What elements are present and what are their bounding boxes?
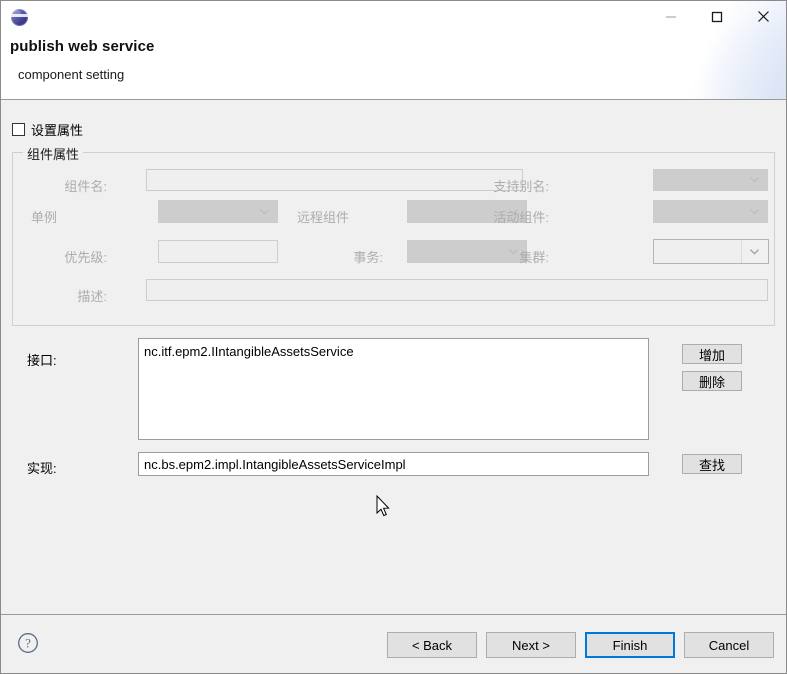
alias-support-combo[interactable]	[653, 169, 768, 191]
minimize-button[interactable]	[648, 1, 694, 32]
transaction-label: 事务:	[353, 250, 383, 265]
chevron-down-icon	[260, 208, 269, 215]
dialog-footer: ? < Back Next > Finish Cancel	[1, 615, 786, 673]
find-implementation-button[interactable]: 查找	[682, 454, 742, 474]
remote-component-label: 远程组件	[297, 210, 350, 225]
page-subtitle: component setting	[18, 67, 125, 82]
component-name-input[interactable]	[146, 169, 523, 191]
close-icon	[757, 11, 769, 22]
dialog-body: 设置属性 组件属性 组件名: 支持别名: 单例 远程组件 活动组件: 优先级: …	[1, 100, 786, 614]
delete-interface-button[interactable]: 删除	[682, 371, 742, 391]
maximize-button[interactable]	[694, 1, 740, 32]
component-properties-group: 组件属性 组件名: 支持别名: 单例 远程组件 活动组件: 优先级: 事务: 集…	[12, 144, 775, 326]
interface-list-box[interactable]: nc.itf.epm2.IIntangibleAssetsService	[138, 338, 649, 440]
chevron-down-icon	[750, 177, 759, 183]
cancel-button[interactable]: Cancel	[684, 632, 774, 658]
active-component-combo[interactable]	[653, 200, 768, 223]
wizard-button-row: < Back Next > Finish Cancel	[387, 632, 774, 658]
singleton-label: 单例	[31, 210, 58, 225]
interface-value: nc.itf.epm2.IIntangibleAssetsService	[144, 344, 354, 359]
alias-support-label: 支持别名:	[493, 179, 549, 194]
priority-label: 优先级:	[64, 250, 107, 265]
maximize-icon	[711, 11, 723, 22]
description-label: 描述:	[77, 289, 107, 304]
implementation-label: 实现:	[27, 461, 57, 476]
finish-button[interactable]: Finish	[585, 632, 675, 658]
set-properties-checkbox[interactable]: 设置属性	[12, 120, 83, 139]
chevron-down-icon	[750, 208, 759, 215]
next-button[interactable]: Next >	[486, 632, 576, 658]
back-button[interactable]: < Back	[387, 632, 477, 658]
window-controls	[648, 1, 786, 32]
active-component-label: 活动组件:	[493, 210, 549, 225]
publish-web-service-dialog: publish web service component setting 设置…	[0, 0, 787, 674]
cluster-label: 集群:	[519, 250, 549, 265]
component-name-label: 组件名:	[64, 179, 107, 194]
help-question-icon[interactable]: ?	[17, 632, 39, 654]
eclipse-globe-icon	[11, 9, 28, 26]
chevron-down-icon	[750, 248, 759, 255]
group-title: 组件属性	[23, 144, 84, 163]
implementation-value: nc.bs.epm2.impl.IntangibleAssetsServiceI…	[144, 456, 406, 472]
cluster-combo[interactable]	[653, 239, 769, 264]
close-button[interactable]	[740, 1, 786, 32]
singleton-combo[interactable]	[158, 200, 278, 223]
minimize-icon	[666, 16, 676, 17]
add-interface-button[interactable]: 增加	[682, 344, 742, 364]
page-title: publish web service	[10, 38, 155, 55]
interface-label: 接口:	[27, 353, 57, 368]
checkbox-box[interactable]	[12, 123, 25, 136]
description-input[interactable]	[146, 279, 768, 301]
dialog-header: publish web service component setting	[1, 1, 786, 99]
priority-input[interactable]	[158, 240, 278, 263]
implementation-input[interactable]: nc.bs.epm2.impl.IntangibleAssetsServiceI…	[138, 452, 649, 476]
set-properties-label: 设置属性	[31, 123, 84, 138]
svg-text:?: ?	[25, 637, 31, 651]
